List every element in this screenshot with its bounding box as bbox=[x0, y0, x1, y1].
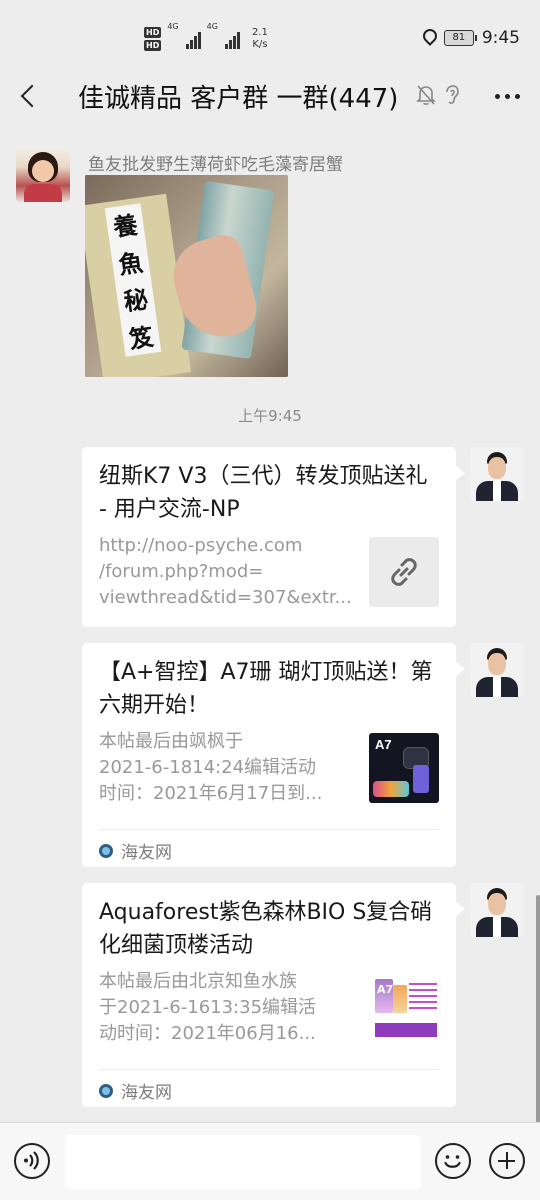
network-label: 4G bbox=[167, 22, 179, 31]
message-input[interactable] bbox=[65, 1135, 421, 1189]
card-title: 纽斯K7 V3（三代）转发顶贴送礼 - 用户交流-NP bbox=[99, 464, 428, 522]
network-indicators: HD HD 4G 4G 2.1 K/s bbox=[144, 22, 268, 56]
card-title: Aquaforest紫色森林BIO S复合硝化细菌顶楼活动 bbox=[99, 900, 433, 958]
message-timestamp: 上午9:45 bbox=[238, 407, 302, 425]
link-card-message[interactable]: 【A+智控】A7珊 瑚灯顶贴送！第六期开始！ 本帖最后由飒枫于 2021-6-1… bbox=[82, 643, 465, 867]
thumbnail-label: A7 bbox=[377, 983, 394, 996]
message-list[interactable]: 鱼友批发野生薄荷虾吃毛藻寄居蟹 養 魚 秘 笈 上午9:45 纽斯K7 V3（三… bbox=[0, 122, 540, 1122]
image-message[interactable]: 養 魚 秘 笈 bbox=[85, 175, 288, 377]
more-options-icon[interactable] bbox=[492, 82, 524, 110]
network-label: 4G bbox=[206, 22, 218, 31]
mute-bell-icon bbox=[416, 85, 436, 105]
source-logo-icon bbox=[99, 1083, 113, 1098]
source-logo-icon bbox=[99, 843, 113, 858]
card-source: 海友网 bbox=[99, 838, 172, 863]
input-bar bbox=[0, 1122, 540, 1200]
chat-title: 佳诚精品 客户群 一群(447) bbox=[78, 84, 399, 114]
clock: 9:45 bbox=[481, 28, 520, 48]
location-icon bbox=[422, 29, 436, 47]
hd-badges: HD HD bbox=[144, 27, 162, 51]
battery-icon: 81 bbox=[443, 30, 477, 46]
back-icon[interactable] bbox=[14, 80, 46, 112]
status-bar: HD HD 4G 4G 2.1 K/s 81 9:45 bbox=[0, 0, 540, 70]
self-avatar[interactable] bbox=[470, 643, 524, 697]
chat-header: 佳诚精品 客户群 一群(447) bbox=[0, 70, 540, 122]
net-speed-value: 2.1 bbox=[251, 27, 268, 38]
net-speed: 2.1 K/s bbox=[252, 27, 268, 51]
link-card-message[interactable]: Aquaforest紫色森林BIO S复合硝化细菌顶楼活动 本帖最后由北京知鱼水… bbox=[82, 883, 465, 1107]
self-avatar[interactable] bbox=[470, 447, 524, 501]
link-card-message[interactable]: 纽斯K7 V3（三代）转发顶贴送礼 - 用户交流-NP http://noo-p… bbox=[82, 447, 465, 627]
voice-input-icon[interactable] bbox=[14, 1143, 50, 1179]
card-divider bbox=[99, 829, 439, 830]
product-thumbnail: A7 bbox=[369, 973, 439, 1043]
status-right: 81 9:45 bbox=[422, 28, 520, 48]
card-description: 本帖最后由北京知鱼水族 于2021-6-1613:35编辑活 动时间：2021年… bbox=[99, 971, 317, 1044]
card-description: http://noo-psyche.com /forum.php?mod= vi… bbox=[99, 535, 352, 608]
signal-icon bbox=[224, 29, 240, 49]
card-divider bbox=[99, 1069, 439, 1070]
scrollbar[interactable] bbox=[536, 895, 540, 1123]
card-source: 海友网 bbox=[99, 1078, 172, 1103]
self-avatar[interactable] bbox=[470, 883, 524, 937]
ear-icon bbox=[446, 85, 459, 104]
signal-icon bbox=[185, 29, 201, 49]
hd-badge: HD bbox=[144, 40, 162, 51]
add-attachment-icon[interactable] bbox=[489, 1143, 525, 1179]
link-thumbnail bbox=[369, 537, 439, 607]
net-speed-unit: K/s bbox=[252, 39, 268, 50]
link-icon bbox=[391, 558, 417, 586]
hd-badge: HD bbox=[144, 27, 162, 38]
emoji-icon[interactable] bbox=[435, 1143, 471, 1179]
sender-name: 鱼友批发野生薄荷虾吃毛藻寄居蟹 bbox=[88, 155, 343, 175]
product-thumbnail: A7 bbox=[369, 733, 439, 803]
card-description: 本帖最后由飒枫于 2021-6-1814:24编辑活动 时间：2021年6月17… bbox=[99, 731, 323, 804]
card-title: 【A+智控】A7珊 瑚灯顶贴送！第六期开始！ bbox=[99, 660, 433, 718]
sender-avatar[interactable] bbox=[16, 148, 70, 202]
